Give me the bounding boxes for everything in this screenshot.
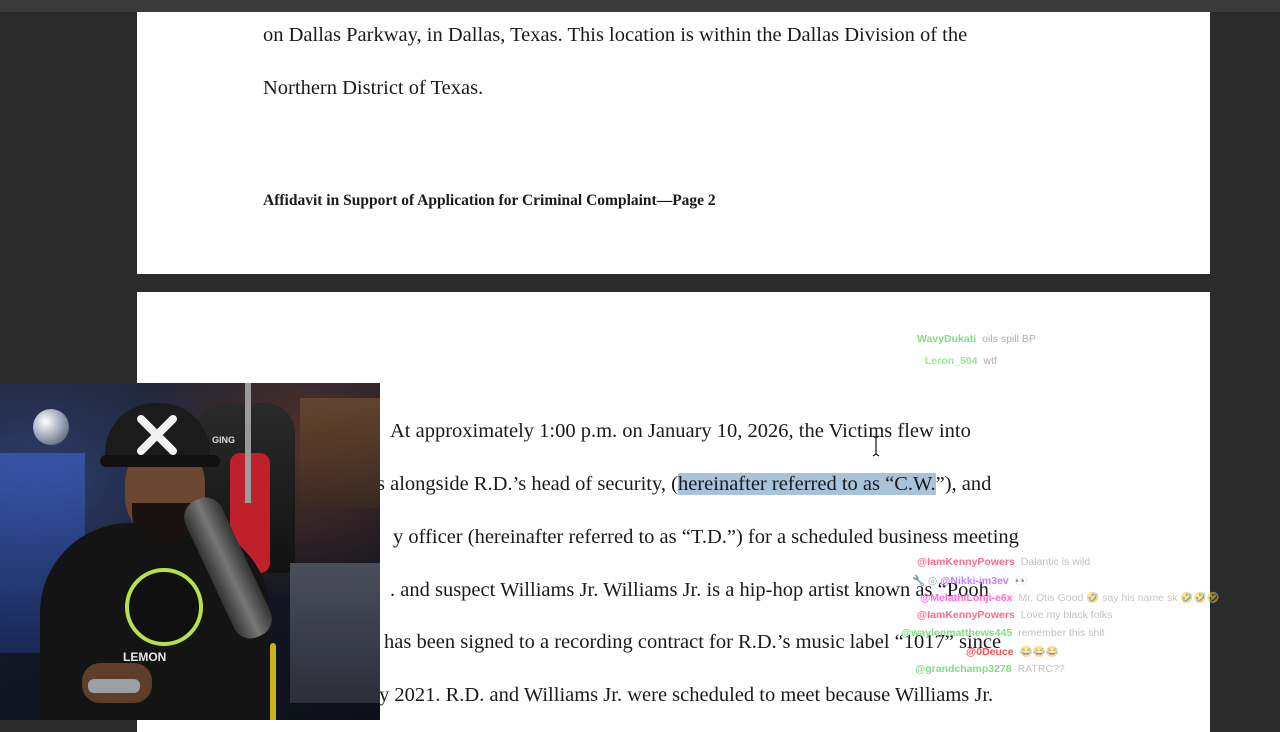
hoodie-text: LEMON [123, 650, 167, 664]
chat-username: @grandchamp3278 [915, 663, 1012, 675]
document-page-1: on Dallas Parkway, in Dallas, Texas. Thi… [137, 12, 1210, 274]
desk-area [290, 563, 380, 703]
page2-line-2: s alongside R.D.’s head of security, (he… [377, 473, 991, 496]
disco-ball-icon [33, 409, 69, 445]
chat-message: @IamKennyPowers Dalantic is wild [917, 556, 1090, 568]
chat-username: @IamKennyPowers [917, 556, 1015, 568]
chat-text: RATRC?? [1017, 663, 1065, 675]
chat-text: remember this shit [1018, 627, 1105, 639]
mic-cable [270, 643, 276, 720]
phone-icon [88, 679, 140, 693]
chat-text: Love my black folks [1020, 609, 1113, 621]
cap-x-logo-icon [137, 415, 177, 455]
chat-username: @Nikki-im3ev [940, 575, 1009, 587]
chat-text: 👀 [1014, 575, 1028, 587]
chat-text: 😂😂😂 [1019, 646, 1059, 658]
window-background [300, 398, 380, 508]
page1-line-1: on Dallas Parkway, in Dallas, Texas. Thi… [263, 24, 968, 46]
chat-username: Leron_504 [925, 355, 978, 367]
chat-message: Leron_504 wtf [925, 355, 997, 367]
line2-text-pre: s alongside R.D.’s head of security, ( [377, 473, 678, 495]
text-selection-highlight[interactable]: hereinafter referred to as “C.W. [677, 473, 936, 495]
page2-line-4: . and suspect Williams Jr. Williams Jr. … [390, 579, 989, 601]
chat-message: WavyDukati oils spill BP [917, 333, 1036, 345]
chat-text: Dalantic is wild [1020, 556, 1091, 568]
page2-line-6: y 2021. R.D. and Williams Jr. were sched… [379, 684, 994, 706]
chair-logo-text: GING [212, 435, 236, 445]
window-top-bar [0, 0, 1280, 12]
chat-badge-icon: 🔧 ◎ [912, 575, 938, 587]
chat-text: oils spill BP [982, 333, 1036, 345]
chat-text: Mr. Otis Good 🤣 say his name sk 🤣🤣🤣 [1018, 592, 1220, 604]
hoodie-logo-icon [125, 568, 203, 646]
page2-line-3: y officer (hereinafter referred to as “T… [393, 526, 1019, 548]
mic-arm [245, 383, 251, 503]
chat-message: @0Deuce 😂😂😂 [966, 645, 1059, 658]
line2-text-post: ”), and [935, 473, 992, 495]
chat-username: @0Deuce [966, 646, 1014, 658]
chat-message: @grandchamp3278 RATRC?? [915, 663, 1065, 675]
chat-message: @waylenmatthews445 remember this shit [901, 627, 1105, 639]
chat-message: 🔧 ◎ @Nikki-im3ev 👀 [912, 574, 1028, 587]
chat-text: wtf [983, 355, 997, 367]
page2-line-1: At approximately 1:00 p.m. on January 10… [390, 420, 971, 442]
page-footer: Affidavit in Support of Application for … [263, 192, 716, 209]
page1-line-2: Northern District of Texas. [263, 77, 484, 99]
chat-username: WavyDukati [917, 333, 977, 345]
chat-username: @IamKennyPowers [917, 609, 1015, 621]
chat-message: @IamKennyPowers Love my black folks [917, 609, 1112, 621]
chat-message: @MelathiLonji-e6x Mr. Otis Good 🤣 say his… [920, 591, 1220, 604]
webcam-overlay: GING LEMON [0, 383, 380, 720]
text-cursor-icon [872, 435, 880, 457]
chat-username: @waylenmatthews445 [901, 627, 1013, 639]
chat-username: @MelathiLonji-e6x [920, 592, 1013, 604]
